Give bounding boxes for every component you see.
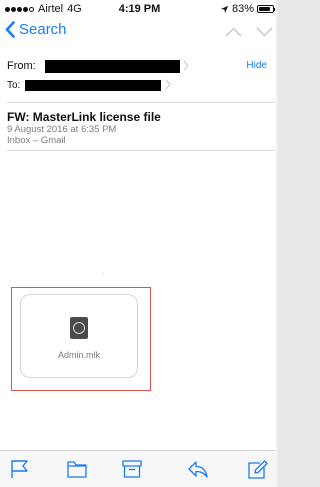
message-mailbox: Inbox – Gmail: [7, 135, 66, 146]
message-subject: FW: MasterLink license file: [7, 110, 161, 124]
flag-icon[interactable]: [9, 459, 31, 479]
mail-message-screen: Airtel 4G 4:19 PM 83% Search From: Hide …: [0, 0, 279, 487]
to-label: To:: [7, 80, 21, 91]
navigation-bar: Search: [0, 18, 279, 50]
location-arrow-icon: [220, 5, 229, 13]
recipient-chevron-right-icon: [165, 79, 171, 90]
recipient-redacted[interactable]: [25, 80, 161, 91]
attachment-file-name: Admin.mlk: [57, 350, 100, 360]
message-navigation: [225, 27, 273, 37]
chevron-left-icon: [5, 21, 15, 38]
battery-percent: 83%: [231, 3, 254, 15]
from-label: From:: [7, 60, 36, 72]
battery-icon: [257, 5, 276, 13]
sender-chevron-right-icon: [183, 60, 189, 71]
previous-message-chevron-up-icon[interactable]: [225, 27, 242, 37]
sender-redacted[interactable]: [45, 60, 180, 73]
subject-divider: [7, 150, 279, 151]
status-right: 83%: [220, 3, 276, 15]
battery-fill: [259, 7, 270, 11]
back-button[interactable]: Search: [5, 21, 67, 38]
next-message-chevron-down-icon[interactable]: [256, 27, 273, 37]
compose-icon[interactable]: [246, 459, 268, 479]
from-row: From: Hide: [7, 58, 273, 76]
status-bar: Airtel 4G 4:19 PM 83%: [0, 0, 279, 18]
message-date: 9 August 2016 at 6:35 PM: [7, 124, 117, 135]
header-divider: [7, 102, 279, 103]
bottom-toolbar: [0, 450, 279, 487]
archive-icon[interactable]: [121, 459, 143, 479]
body-separator-dot: [103, 272, 104, 273]
screen-edge: [275, 0, 279, 487]
back-button-label: Search: [19, 21, 67, 38]
to-row: To:: [7, 79, 273, 93]
hide-details-link[interactable]: Hide: [246, 60, 267, 71]
masterlink-file-icon: [70, 317, 88, 339]
folder-icon[interactable]: [66, 459, 88, 479]
reply-icon[interactable]: [187, 459, 209, 479]
attachment-card[interactable]: Admin.mlk: [20, 294, 138, 378]
